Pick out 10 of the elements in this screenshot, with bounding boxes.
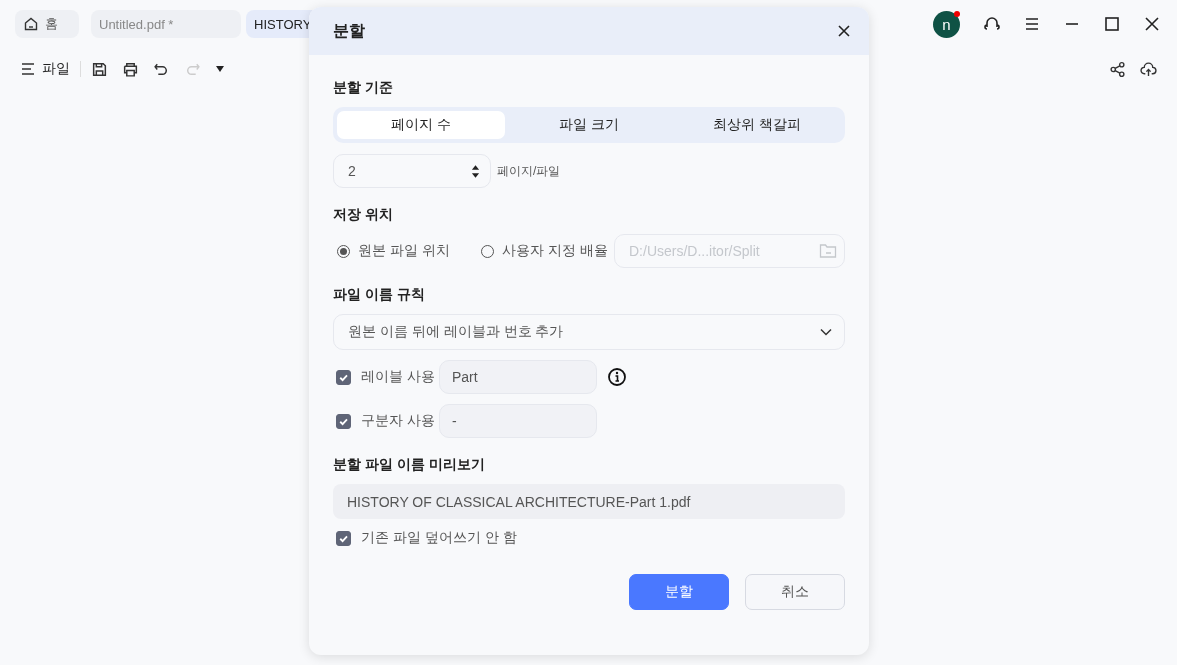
unit-label: 페이지/파일: [497, 162, 561, 180]
section-heading: 저장 위치: [333, 206, 394, 224]
section-heading: 분할 파일 이름 미리보기: [333, 456, 486, 474]
section-heading: 분할 기준: [333, 79, 394, 97]
checkbox-label: 기존 파일 덮어쓰기 안 함: [361, 529, 517, 547]
checkbox-label: 구분자 사용: [361, 412, 435, 430]
dialog-title: 분할: [333, 20, 365, 41]
filename-preview-field: HISTORY OF CLASSICAL ARCHITECTURE-Part 1.pdf: [333, 484, 845, 519]
section-heading: 파일 이름 규칙: [333, 286, 426, 304]
checkbox-label: 레이블 사용: [361, 368, 435, 386]
